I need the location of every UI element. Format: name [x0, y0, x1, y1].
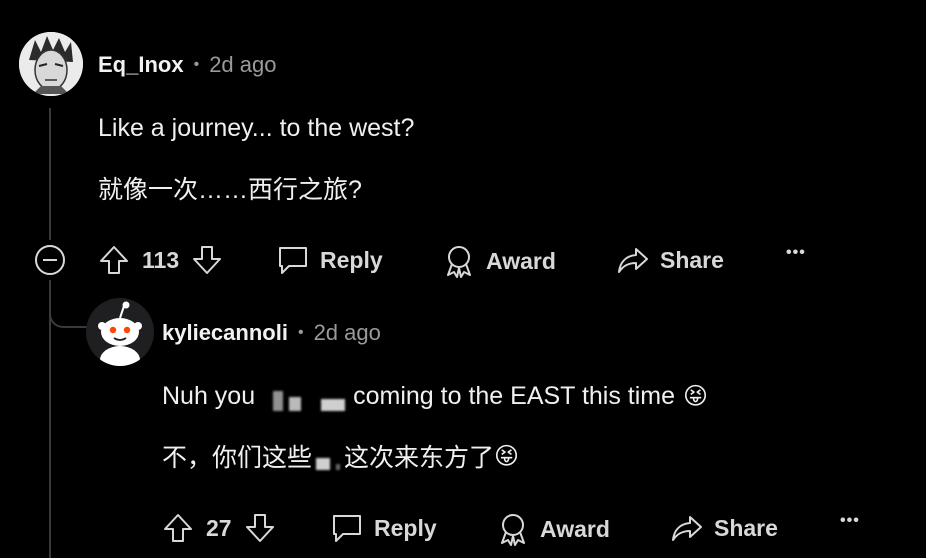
reply-line-2-start: 不，你们这些: [162, 444, 313, 472]
share-icon: [672, 516, 702, 541]
award-label: Award: [486, 247, 556, 274]
collapse-minus-icon: [35, 245, 65, 275]
reply-timestamp: 2d ago: [313, 320, 381, 345]
award-label: Award: [540, 515, 610, 542]
reply-line-2: 不，你们这些 这次来东方了 😝: [162, 438, 519, 474]
avatar[interactable]: [19, 32, 83, 96]
reply-share-button[interactable]: Share: [670, 512, 778, 544]
share-label: Share: [660, 246, 724, 273]
separator-dot: •: [297, 324, 304, 341]
reply-line-1-end: coming to the EAST this time: [353, 382, 676, 410]
award-icon: [447, 246, 471, 278]
reply-vote-group: 27: [162, 512, 276, 544]
squint-tongue-emoji: 😝: [494, 442, 520, 470]
downvote-icon[interactable]: [244, 512, 276, 544]
reply-vote-count: 27: [206, 514, 232, 541]
collapse-button[interactable]: [34, 244, 66, 276]
award-icon: [501, 514, 525, 546]
reply-connector: [49, 296, 91, 328]
upvote-icon[interactable]: [162, 512, 194, 544]
reply-reply-button[interactable]: Reply: [330, 512, 437, 544]
vote-group: 113: [98, 244, 223, 276]
reply-button[interactable]: Reply: [276, 244, 383, 276]
comment-line-2: 就像一次……西行之旅?: [98, 176, 362, 204]
reply-line-2-end: 这次来东方了: [344, 444, 495, 472]
comment-line-1: Like a journey... to the west?: [98, 114, 415, 142]
reply-line-1-start: Nuh you: [162, 382, 256, 410]
award-button[interactable]: Award: [442, 244, 556, 278]
thread-line: [49, 108, 51, 240]
reply-line-1: Nuh you coming to the EAST this time 😝: [162, 382, 708, 411]
timestamp: 2d ago: [209, 52, 277, 77]
comment-bubble-icon: [333, 515, 361, 542]
username[interactable]: Eq_Inox: [98, 52, 184, 78]
separator-dot: •: [193, 56, 200, 73]
more-options-button[interactable]: •••: [786, 244, 806, 262]
downvote-icon[interactable]: [191, 244, 223, 276]
reply-username[interactable]: kyliecannoli: [162, 320, 288, 346]
comment-header: Eq_Inox • 2d ago: [98, 52, 276, 78]
more-icon: •••: [786, 244, 806, 261]
comment-bubble-icon: [279, 247, 307, 274]
reply-avatar[interactable]: [86, 298, 154, 366]
vote-count: 113: [142, 246, 180, 273]
censored-blur: [316, 442, 341, 470]
reply-more-options-button[interactable]: •••: [840, 512, 860, 530]
share-icon: [618, 248, 648, 273]
more-icon: •••: [840, 512, 860, 529]
upvote-icon[interactable]: [98, 244, 130, 276]
squint-tongue-emoji: 😝: [683, 383, 709, 410]
reply-label: Reply: [320, 246, 383, 273]
reply-label: Reply: [374, 514, 437, 541]
share-button[interactable]: Share: [616, 244, 724, 276]
reply-header: kyliecannoli • 2d ago: [162, 320, 381, 346]
reply-award-button[interactable]: Award: [496, 512, 610, 546]
share-label: Share: [714, 514, 778, 541]
censored-blur: [273, 383, 346, 411]
